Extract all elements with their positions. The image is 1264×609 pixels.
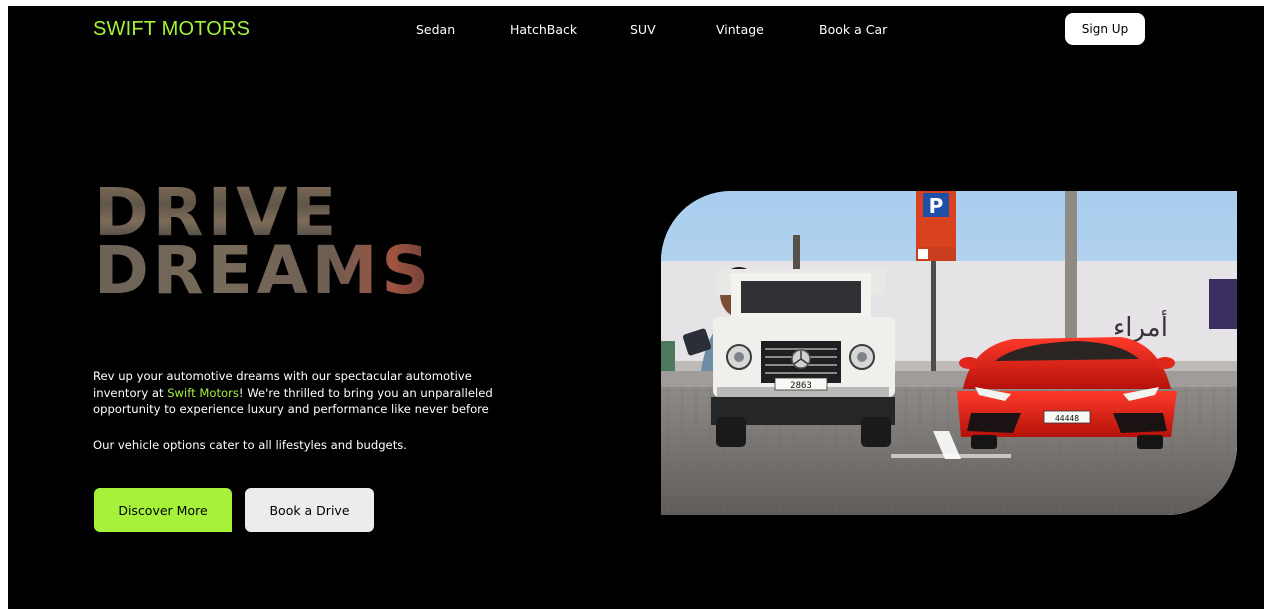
hero-title-line-2: DREAMS <box>94 232 433 309</box>
nav-link-book-a-car[interactable]: Book a Car <box>819 22 887 37</box>
svg-text:44448: 44448 <box>1055 414 1079 423</box>
sign-up-button[interactable]: Sign Up <box>1065 13 1145 45</box>
nav-link-suv[interactable]: SUV <box>630 22 656 37</box>
nav-link-vintage[interactable]: Vintage <box>716 22 764 37</box>
page-frame: SWIFT MOTORS Sedan HatchBack SUV Vintage… <box>8 6 1264 609</box>
hero-description-brand: Swift Motors <box>167 385 239 400</box>
hero-title: DRIVE DREAMS <box>94 184 433 309</box>
discover-more-button[interactable]: Discover More <box>94 488 232 532</box>
book-a-drive-button[interactable]: Book a Drive <box>245 488 374 532</box>
nav-link-sedan[interactable]: Sedan <box>416 22 455 37</box>
hero-description: Rev up your automotive dreams with our s… <box>93 368 513 418</box>
svg-text:P: P <box>929 194 944 218</box>
nav-link-hatchback[interactable]: HatchBack <box>510 22 577 37</box>
hero-car-image: أمراء P 2863 44448 <box>661 191 1237 515</box>
hero-description-secondary: Our vehicle options cater to all lifesty… <box>93 438 407 452</box>
svg-text:2863: 2863 <box>790 381 812 391</box>
brand-logo[interactable]: SWIFT MOTORS <box>93 18 250 41</box>
